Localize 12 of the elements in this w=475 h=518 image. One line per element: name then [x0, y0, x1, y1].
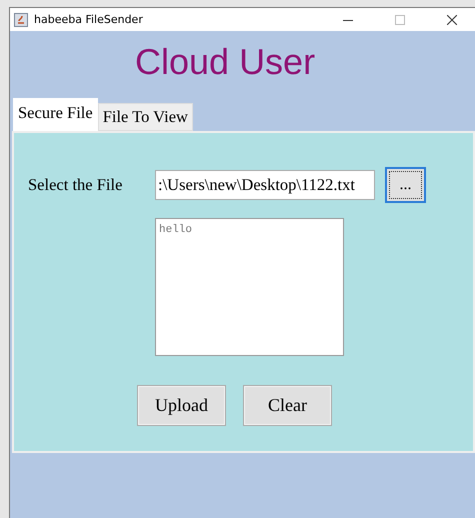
upload-button[interactable]: Upload	[137, 385, 226, 426]
text-area[interactable]: hello	[155, 218, 344, 356]
file-path-field[interactable]: :\Users\new\Desktop\1122.txt	[155, 170, 375, 200]
close-icon[interactable]	[447, 14, 457, 24]
window-title: habeeba FileSender	[34, 13, 143, 26]
tab[interactable]: Secure File	[13, 98, 98, 131]
clear-button[interactable]: Clear	[243, 385, 332, 426]
field-label: Select the File	[28, 175, 124, 195]
tab[interactable]: File To View	[98, 103, 193, 131]
browse-button[interactable]: ...	[385, 167, 426, 203]
app-icon	[14, 12, 28, 26]
app-heading: Cloud User	[135, 41, 316, 83]
